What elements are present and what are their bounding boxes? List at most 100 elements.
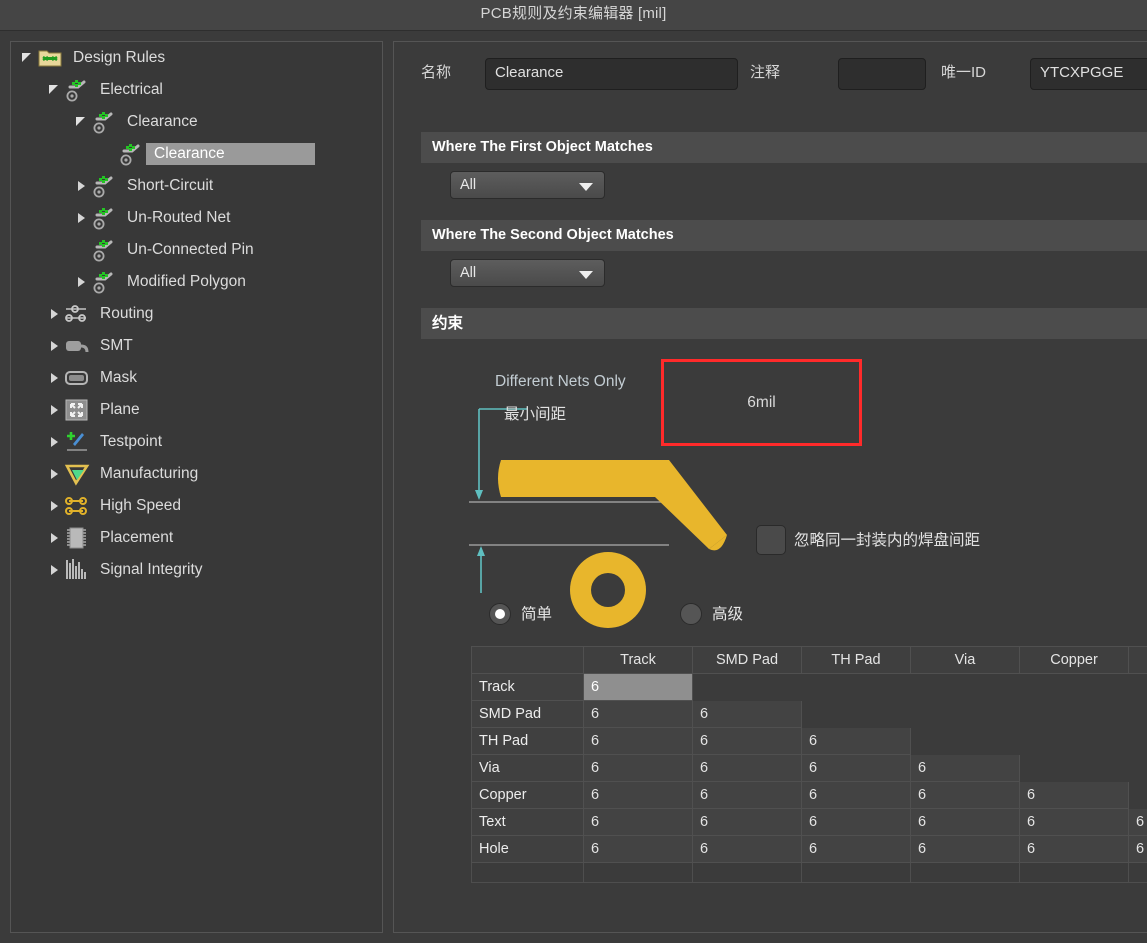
sidebar-item-label-wrap: Electrical [92,79,253,101]
minimum-clearance-value: 6mil [664,362,859,443]
sidebar-item-signal-integrity[interactable]: Signal Integrity [11,554,382,586]
mode-advanced-label: 高级 [712,602,743,624]
matrix-cell[interactable]: 6 [584,674,693,701]
pcb-rules-editor-window: PCB规则及约束编辑器 [mil] Design RulesElectrical… [0,0,1147,943]
chevron-right-icon[interactable] [46,529,64,547]
matrix-cell[interactable]: 6 [693,728,802,755]
matrix-header-row: TrackSMD PadTH PadViaCopperText [472,647,1147,674]
electrical-rule-icon [118,141,144,167]
chevron-right-icon[interactable] [46,305,64,323]
high-speed-icon [64,493,90,519]
chevron-right-icon[interactable] [46,561,64,579]
sidebar-item-testpoint[interactable]: Testpoint [11,426,382,458]
matrix-cell[interactable]: 6 [802,782,911,809]
sidebar-item-label-wrap: Mask [92,367,227,389]
sidebar-item-short-circuit[interactable]: Short-Circuit [11,170,382,202]
electrical-rule-icon [91,269,117,295]
sidebar-item-label-wrap: Un-Connected Pin [119,239,344,261]
matrix-cell[interactable]: 6 [1020,782,1129,809]
name-input[interactable]: Clearance [485,58,738,90]
mode-simple-radio[interactable] [489,603,511,625]
sidebar-item-design-rules[interactable]: Design Rules [11,42,382,74]
sidebar-item-clearance[interactable]: Clearance [11,138,382,170]
matrix-cell[interactable]: 6 [802,809,911,836]
unique-id-input[interactable]: YTCXPGGE [1030,58,1147,90]
chevron-right-icon[interactable] [46,337,64,355]
comment-input[interactable] [838,58,926,90]
chevron-right-icon[interactable] [46,401,64,419]
matrix-cell[interactable]: 6 [693,809,802,836]
sidebar-item-un-connected-pin[interactable]: Un-Connected Pin [11,234,382,266]
matrix-cell[interactable]: 6 [584,755,693,782]
matrix-cell[interactable]: 6 [911,809,1020,836]
sidebar-item-mask[interactable]: Mask [11,362,382,394]
matrix-cell[interactable]: 6 [1020,836,1129,863]
first-object-scope-dropdown[interactable]: All [450,171,605,199]
sidebar-item-electrical[interactable]: Electrical [11,74,382,106]
chevron-right-icon[interactable] [73,177,91,195]
twisty-spacer [73,241,91,259]
sidebar-item-routing[interactable]: Routing [11,298,382,330]
matrix-cell-empty [911,701,1020,728]
testpoint-icon [64,429,90,455]
matrix-cell[interactable]: 6 [911,836,1020,863]
matrix-cell[interactable]: 6 [911,755,1020,782]
clearance-matrix-table[interactable]: TrackSMD PadTH PadViaCopperText Track6SM… [471,646,1147,883]
matrix-cell[interactable]: 6 [1129,836,1147,863]
minimum-clearance-input[interactable]: 6mil [661,359,862,446]
sidebar-item-plane[interactable]: Plane [11,394,382,426]
matrix-cell[interactable]: 6 [584,809,693,836]
sidebar-item-smt[interactable]: SMT [11,330,382,362]
matrix-cell[interactable]: 6 [1020,809,1129,836]
matrix-col-header: Via [911,647,1020,674]
matrix-cell[interactable]: 6 [802,836,911,863]
matrix-cell[interactable]: 6 [802,728,911,755]
chevron-down-icon[interactable] [19,49,37,67]
chevron-right-icon[interactable] [73,273,91,291]
sidebar-item-modified-polygon[interactable]: Modified Polygon [11,266,382,298]
chevron-right-icon[interactable] [46,433,64,451]
sidebar-item-label: Short-Circuit [121,177,213,194]
sidebar-item-un-routed-net[interactable]: Un-Routed Net [11,202,382,234]
sidebar-item-label: Un-Routed Net [121,209,230,226]
matrix-cell[interactable]: 6 [911,782,1020,809]
chevron-right-icon[interactable] [46,369,64,387]
second-object-scope-dropdown[interactable]: All [450,259,605,287]
sidebar-item-placement[interactable]: Placement [11,522,382,554]
matrix-cell-empty [693,674,802,701]
chevron-right-icon[interactable] [73,209,91,227]
sidebar-item-manufacturing[interactable]: Manufacturing [11,458,382,490]
matrix-cell[interactable]: 6 [693,836,802,863]
matrix-cell[interactable]: 6 [693,701,802,728]
chevron-down-icon[interactable] [73,113,91,131]
first-object-scope-value: All [460,177,476,193]
chevron-down-icon[interactable] [46,81,64,99]
folder-rules-icon [37,45,63,71]
matrix-cell[interactable]: 6 [584,701,693,728]
matrix-filler-cell [1129,863,1147,883]
matrix-cell[interactable]: 6 [1129,809,1147,836]
matrix-cell[interactable]: 6 [584,728,693,755]
matrix-cell[interactable]: 6 [693,782,802,809]
electrical-rule-icon [91,109,117,135]
sidebar-item-clearance[interactable]: Clearance [11,106,382,138]
sidebar-item-label: Design Rules [67,49,165,66]
chevron-right-icon[interactable] [46,465,64,483]
matrix-cell[interactable]: 6 [584,836,693,863]
sidebar-item-label: Testpoint [94,433,162,450]
name-label: 名称 [421,63,451,83]
matrix-cell[interactable]: 6 [802,755,911,782]
mode-advanced-radio[interactable] [680,603,702,625]
sidebar-item-label-wrap: Design Rules [65,47,255,69]
sidebar-item-label-wrap: High Speed [92,495,271,517]
sidebar-item-high-speed[interactable]: High Speed [11,490,382,522]
ignore-pad-clearance-checkbox[interactable] [756,525,786,555]
matrix-cell[interactable]: 6 [693,755,802,782]
sidebar-item-label-wrap: Manufacturing [92,463,288,485]
chevron-right-icon[interactable] [46,497,64,515]
second-object-section-header: Where The Second Object Matches [421,220,1147,251]
matrix-cell[interactable]: 6 [584,782,693,809]
design-rules-tree-panel[interactable]: Design Rules Electrical ClearanceClearance… [10,41,383,933]
sidebar-item-label-wrap: Modified Polygon [119,271,336,293]
matrix-col-header: Text [1129,647,1147,674]
